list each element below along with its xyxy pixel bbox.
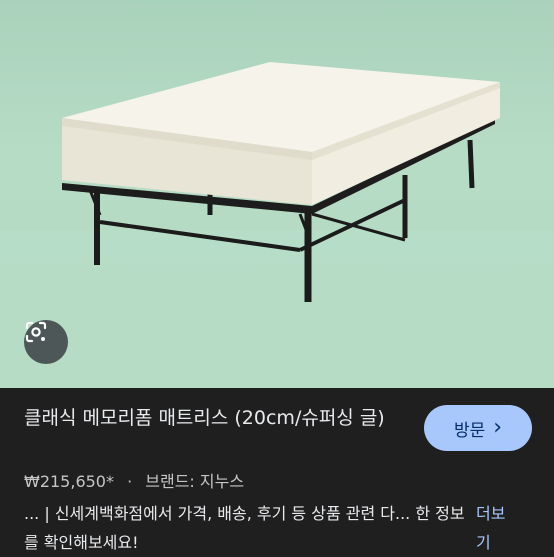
description-snippet: ... | 신세계백화점에서 가격, 배송, 후기 등 상품 관련 다... 한… (24, 504, 465, 552)
product-image[interactable] (0, 0, 554, 388)
meta-separator: · (127, 472, 133, 491)
google-lens-icon (25, 321, 47, 343)
price: ₩215,650* (24, 472, 114, 491)
chevron-right-icon: › (493, 415, 503, 440)
brand: 브랜드: 지누스 (145, 472, 245, 491)
mattress-frame-illustration (0, 62, 554, 388)
product-title[interactable]: 클래식 메모리폼 매트리스 (20cm/슈퍼싱 글) (24, 402, 394, 434)
product-meta: ₩215,650* · 브랜드: 지누스 (24, 468, 244, 492)
more-link[interactable]: 더보 기 (476, 499, 520, 557)
result-panel: 클래식 메모리폼 매트리스 (20cm/슈퍼싱 글) 방문 › ₩215,650… (0, 388, 554, 554)
google-lens-button[interactable] (24, 320, 68, 364)
visit-label: 방문 (453, 420, 486, 441)
visit-button[interactable]: 방문 › (424, 405, 532, 451)
